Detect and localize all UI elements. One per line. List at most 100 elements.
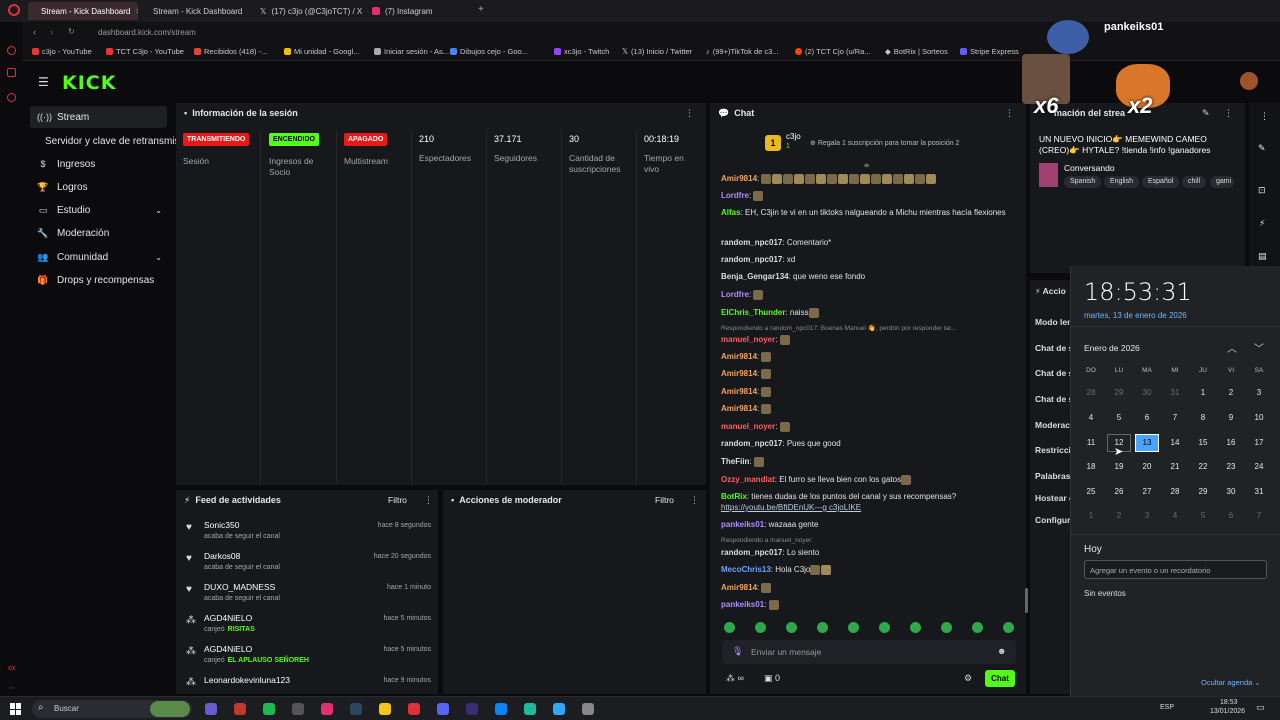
- taskbar-app-icon[interactable]: [495, 703, 507, 715]
- calendar-day[interactable]: 9: [1220, 410, 1242, 426]
- chat-username[interactable]: Amir9814: [721, 352, 757, 361]
- chat-username[interactable]: manuel_noyer: [721, 335, 775, 344]
- more-icon[interactable]: ⋯: [8, 684, 15, 692]
- taskbar-app-icon[interactable]: [437, 703, 449, 715]
- hide-agenda-button[interactable]: Ocultar agenda ⌄: [1201, 678, 1261, 687]
- sidebar-item-comunidad[interactable]: 👥 Comunidad ⌄: [30, 246, 167, 268]
- whatsapp-icon[interactable]: [7, 93, 16, 102]
- sidebar-item-estudio[interactable]: ▭ Estudio ⌄: [30, 199, 167, 221]
- calendar-day[interactable]: 30: [1220, 484, 1242, 500]
- calendar-day[interactable]: 20: [1136, 459, 1158, 475]
- calendar-day[interactable]: 7: [1164, 410, 1186, 426]
- calendar-day[interactable]: 19: [1108, 459, 1130, 475]
- emote-icon[interactable]: [786, 622, 797, 633]
- chat-username[interactable]: Amir9814: [721, 583, 757, 592]
- instagram-icon[interactable]: [7, 68, 16, 77]
- feed-username[interactable]: AGD4NiELO: [204, 613, 252, 623]
- calendar-day[interactable]: 4: [1080, 410, 1102, 426]
- calendar-day[interactable]: 11: [1080, 435, 1102, 451]
- chat-username[interactable]: Amir9814: [721, 369, 757, 378]
- calendar-day[interactable]: 21: [1164, 459, 1186, 475]
- taskbar-app-icon[interactable]: [524, 703, 536, 715]
- taskbar-app-icon[interactable]: [263, 703, 275, 715]
- calendar-day[interactable]: 3: [1248, 385, 1270, 401]
- calendar-day[interactable]: 10: [1248, 410, 1270, 426]
- calendar-day[interactable]: 17: [1248, 435, 1270, 451]
- channel-action-item[interactable]: Chat de s: [1035, 343, 1073, 353]
- chat-username[interactable]: Lordfre: [721, 290, 749, 299]
- chat-username[interactable]: pankeiks01: [721, 600, 764, 609]
- bookmark-item[interactable]: 𝕏 (13) Inicio / Twitter: [622, 47, 692, 56]
- new-tab-icon[interactable]: +: [478, 4, 484, 15]
- back-icon[interactable]: ‹: [33, 27, 36, 37]
- chat-username[interactable]: BotRix: [721, 492, 747, 501]
- more-options-icon[interactable]: ⋮: [1224, 108, 1233, 119]
- sidebar-item-server-key[interactable]: Servidor y clave de retransmisión: [30, 130, 180, 152]
- chat-username[interactable]: Amir9814: [721, 174, 757, 183]
- channel-action-item[interactable]: Modo len: [1035, 317, 1072, 327]
- chat-username[interactable]: random_npc017: [721, 255, 782, 264]
- bookmark-item[interactable]: Stripe Express: [960, 47, 1019, 56]
- sidebar-item-ingresos[interactable]: $ Ingresos: [30, 153, 167, 175]
- chat-username[interactable]: random_npc017: [721, 548, 782, 557]
- calendar-day[interactable]: 14: [1164, 435, 1186, 451]
- chat-username[interactable]: random_npc017: [721, 238, 782, 247]
- calendar-day[interactable]: 7: [1248, 508, 1270, 524]
- chat-username[interactable]: random_npc017: [721, 439, 782, 448]
- category-thumbnail[interactable]: [1039, 163, 1058, 187]
- channel-action-item[interactable]: Hostear c: [1035, 493, 1074, 503]
- chevron-up-icon[interactable]: ︿: [1227, 340, 1237, 355]
- sidebar-item-drops[interactable]: 🎁 Drops y recompensas: [30, 269, 167, 291]
- chat-username[interactable]: Amir9814: [721, 404, 757, 413]
- calendar-day[interactable]: 8: [1192, 410, 1214, 426]
- channel-action-item[interactable]: Configur: [1035, 515, 1070, 525]
- browser-tab-1[interactable]: Stream - Kick Dashboard✕: [28, 2, 138, 20]
- forward-icon[interactable]: ›: [50, 27, 53, 37]
- calendar-month[interactable]: Enero de 2026: [1084, 343, 1140, 353]
- calendar-day[interactable]: 2: [1220, 385, 1242, 401]
- bookmark-item[interactable]: ◆ BotRix | Sorteos: [885, 47, 948, 56]
- clock-date[interactable]: martes, 13 de enero de 2026: [1084, 311, 1187, 320]
- filter-button[interactable]: Filtro: [388, 495, 407, 505]
- calendar-day[interactable]: 27: [1136, 484, 1158, 500]
- calendar-day[interactable]: 31: [1248, 484, 1270, 500]
- stream-tag[interactable]: Spanish: [1064, 176, 1102, 188]
- channel-action-item[interactable]: Palabras: [1035, 471, 1070, 481]
- emote-icon[interactable]: [910, 622, 921, 633]
- emoji-icon[interactable]: ☻: [997, 646, 1006, 656]
- chat-username[interactable]: ElChris_Thunder: [721, 308, 785, 317]
- document-icon[interactable]: ▤: [1258, 251, 1267, 262]
- stream-tag[interactable]: English: [1104, 176, 1139, 188]
- bookmark-item[interactable]: Dibujos cejo - Goo...: [450, 47, 528, 56]
- calendar-day[interactable]: 26: [1108, 484, 1130, 500]
- messenger-icon[interactable]: [7, 46, 16, 55]
- emote-icon[interactable]: [848, 622, 859, 633]
- emote-icon[interactable]: [1003, 622, 1014, 633]
- calendar-day[interactable]: 5: [1108, 410, 1130, 426]
- chat-username[interactable]: pankeiks01: [721, 520, 764, 529]
- calendar-day[interactable]: 5: [1192, 508, 1214, 524]
- gear-icon[interactable]: ⚙: [964, 673, 972, 684]
- bookmark-item[interactable]: TCT C3jo - YouTube: [106, 47, 184, 56]
- chat-username[interactable]: manuel_noyer: [721, 422, 775, 431]
- bookmark-item[interactable]: c3jo - YouTube: [32, 47, 92, 56]
- send-chat-button[interactable]: Chat: [985, 670, 1015, 687]
- chat-username[interactable]: Alfas: [721, 208, 741, 217]
- emote-icon[interactable]: [972, 622, 983, 633]
- event-input[interactable]: Agregar un evento o un recordatorio: [1084, 560, 1267, 579]
- calendar-day[interactable]: 31: [1164, 385, 1186, 401]
- gift-counter[interactable]: ▣ 0: [764, 673, 780, 684]
- chat-username[interactable]: MecoChris13: [721, 565, 771, 574]
- taskbar-date[interactable]: 13/01/2026: [1210, 708, 1245, 715]
- chat-link[interactable]: https://youtu.be/BftDEnUK---g c3joLIKE: [721, 503, 861, 512]
- taskbar-search[interactable]: ⌕ Buscar: [32, 700, 192, 718]
- taskbar-app-icon[interactable]: [408, 703, 420, 715]
- bookmark-item[interactable]: Mi unidad - Googl...: [284, 47, 359, 56]
- chat-username[interactable]: Lordfre: [721, 191, 749, 200]
- more-options-icon[interactable]: ⋮: [1005, 108, 1014, 119]
- calendar-day[interactable]: 25: [1080, 484, 1102, 500]
- channel-action-item[interactable]: Restricci: [1035, 445, 1071, 455]
- reload-icon[interactable]: ↻: [68, 27, 75, 36]
- more-options-icon[interactable]: ⋮: [690, 495, 699, 506]
- calendar-day[interactable]: 6: [1220, 508, 1242, 524]
